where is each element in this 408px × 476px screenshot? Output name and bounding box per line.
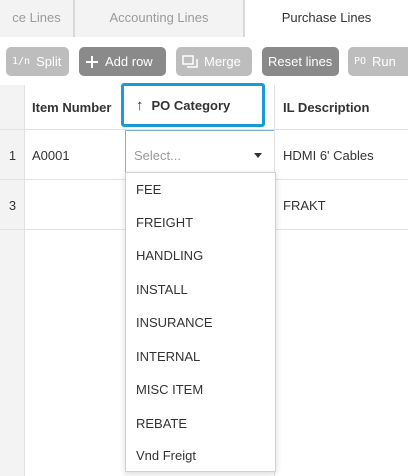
chevron-down-icon[interactable] [254,153,262,158]
merge-button[interactable]: Merge [176,47,252,76]
description-cell[interactable]: FRAKT [274,180,408,230]
select-placeholder: Select... [134,147,181,163]
po-icon: PO [354,56,367,67]
dropdown-option-freight[interactable]: FREIGHT [126,206,275,239]
sort-arrow-icon: ↑ [136,96,144,114]
toolbar: 1/n Split Add row Merge Reset lines PO R… [0,37,408,85]
dropdown-option-rebate[interactable]: REBATE [126,407,275,440]
dropdown-option-insurance[interactable]: INSURANCE [126,306,275,339]
split-label: Split [36,54,62,69]
reset-lines-label: Reset lines [268,54,333,69]
add-row-button[interactable]: Add row [79,47,166,76]
reset-lines-button[interactable]: Reset lines [262,47,339,76]
item-number-cell[interactable]: A0001 [25,130,125,180]
dropdown-option-handling[interactable]: HANDLING [126,239,275,272]
column-header-po-category[interactable]: ↑ PO Category [121,83,265,127]
run-button[interactable]: PO Run [348,47,408,76]
row-number: 1 [8,147,17,163]
po-category-header-label: PO Category [151,97,231,113]
plus-icon [85,55,99,69]
merge-icon [182,54,198,69]
split-icon: 1/n [12,56,31,67]
description-cell[interactable]: HDMI 6' Cables [274,130,408,180]
item-number-cell[interactable] [25,180,125,230]
po-category-dropdown: FEE FREIGHT HANDLING INSTALL INSURANCE I… [125,172,276,472]
add-row-label: Add row [105,54,153,69]
dropdown-option-internal[interactable]: INTERNAL [126,340,275,373]
tab-bar: ce Lines Accounting Lines Purchase Lines [0,0,408,38]
dropdown-option-install[interactable]: INSTALL [126,273,275,306]
tab-purchase-lines[interactable]: Purchase Lines [244,0,408,38]
column-header-il-description[interactable]: IL Description [274,85,408,130]
dropdown-option-fee[interactable]: FEE [126,173,275,206]
dropdown-option-vnd-freigt[interactable]: Vnd Freigt [126,439,275,472]
run-label: Run [372,54,396,69]
dropdown-option-misc-item[interactable]: MISC ITEM [126,373,275,406]
column-header-item-number[interactable]: Item Number [25,85,121,130]
merge-label: Merge [204,54,241,69]
row-number: 3 [8,197,17,213]
tab-accounting-lines[interactable]: Accounting Lines [74,0,244,37]
split-button[interactable]: 1/n Split [6,47,69,76]
tab-invoice-lines[interactable]: ce Lines [0,0,74,37]
header-rownum [0,85,25,130]
